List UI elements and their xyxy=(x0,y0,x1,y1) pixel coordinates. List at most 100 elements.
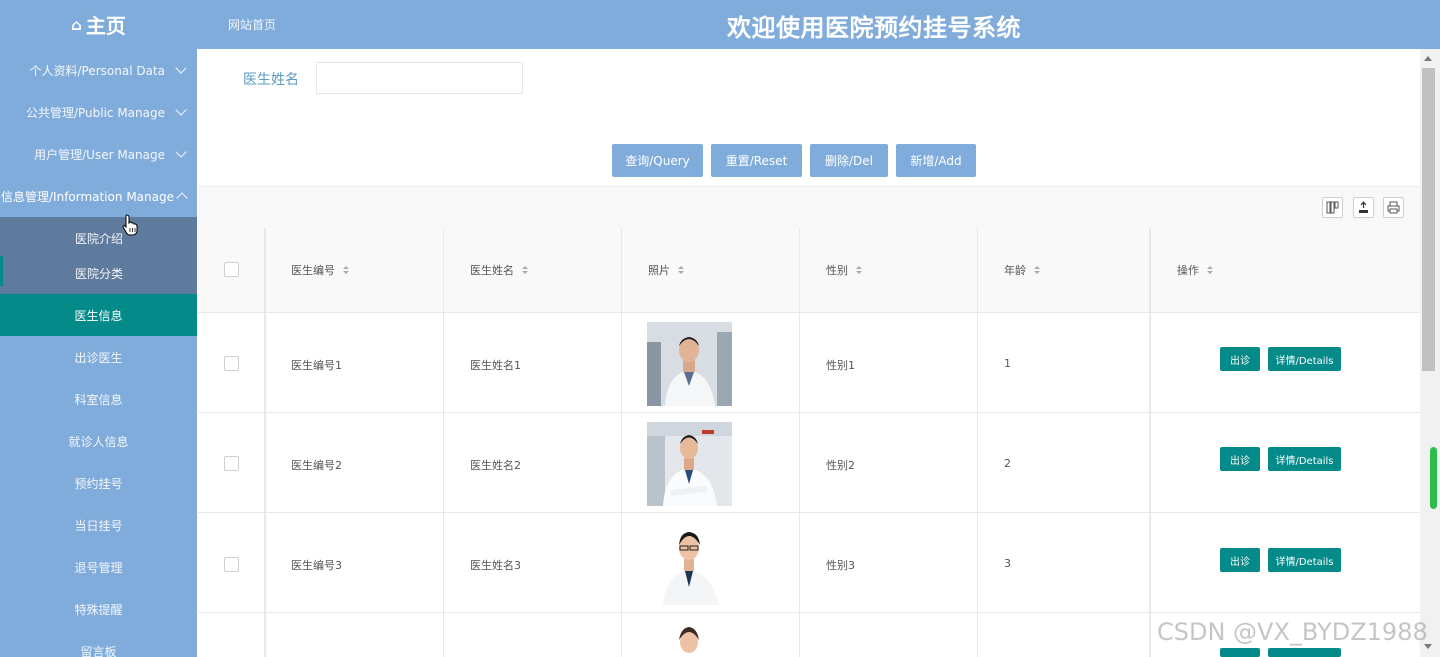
details-button[interactable]: 详情/Details xyxy=(1268,548,1341,572)
query-button[interactable]: 查询/Query xyxy=(612,144,703,177)
cell-age: 3 xyxy=(1004,557,1011,570)
sidebar-item-label: 留言板 xyxy=(80,644,117,657)
column-divider xyxy=(621,228,622,657)
details-button[interactable]: 详情/Details xyxy=(1268,347,1341,371)
cell-gender: 性别1 xyxy=(826,359,855,372)
add-button[interactable]: 新增/Add xyxy=(896,144,976,177)
sidebar-item-hospital-category[interactable]: 医院分类 xyxy=(0,252,197,294)
top-header: ⌂ 主页 网站首页 欢迎使用医院预约挂号系统 xyxy=(0,0,1440,49)
header-label: 照片 xyxy=(648,264,670,277)
sidebar-item-label: 医院分类 xyxy=(75,266,124,281)
sidebar-item-label: 特殊提醒 xyxy=(74,602,123,617)
row-checkbox[interactable] xyxy=(224,557,239,572)
header-doctor-id[interactable]: 医生编号 xyxy=(291,262,349,278)
sidebar-item-appointment[interactable]: 预约挂号 xyxy=(0,462,197,504)
sidebar-item-label: 退号管理 xyxy=(74,560,123,575)
doctor-photo xyxy=(647,622,732,657)
details-button[interactable]: 详情/Details xyxy=(1268,447,1341,471)
site-home-link[interactable]: 网站首页 xyxy=(228,16,276,33)
sidebar-item-label: 当日挂号 xyxy=(74,518,123,533)
cell-doctor-id: 医生编号1 xyxy=(291,359,342,372)
sidebar-item-message-board[interactable]: 留言板 xyxy=(0,630,197,657)
sidebar-item-patient-info[interactable]: 就诊人信息 xyxy=(0,420,197,462)
scroll-up-arrow-icon[interactable] xyxy=(1424,56,1432,61)
columns-toggle-button[interactable] xyxy=(1322,197,1343,218)
header-photo[interactable]: 照片 xyxy=(648,262,684,278)
cell-age: 1 xyxy=(1004,357,1011,370)
sidebar-item-label: 预约挂号 xyxy=(74,476,123,491)
sort-icon xyxy=(678,266,684,274)
table-header xyxy=(198,228,1420,313)
print-button[interactable] xyxy=(1383,197,1404,218)
details-button[interactable] xyxy=(1268,648,1341,657)
sidebar-item-label: 科室信息 xyxy=(74,392,123,407)
sort-icon xyxy=(522,266,528,274)
sort-icon xyxy=(343,266,349,274)
hover-marker xyxy=(0,256,3,286)
sidebar-item-visiting-doctor[interactable]: 出诊医生 xyxy=(0,336,197,378)
scrollbar-thumb[interactable] xyxy=(1422,68,1435,371)
sidebar-item-label: 医生信息 xyxy=(74,308,123,323)
home-link[interactable]: ⌂ 主页 xyxy=(0,0,197,49)
visit-button[interactable]: 出诊 xyxy=(1220,347,1260,371)
doctor-name-search-input[interactable] xyxy=(316,62,523,94)
columns-icon xyxy=(1326,201,1339,214)
menu-group-information-manage[interactable]: 信息管理/Information Manage xyxy=(0,175,197,217)
sort-icon xyxy=(1207,266,1213,274)
header-label: 操作 xyxy=(1177,264,1199,277)
sort-icon xyxy=(856,266,862,274)
doctor-photo xyxy=(647,521,732,605)
header-gender[interactable]: 性别 xyxy=(826,262,862,278)
header-age[interactable]: 年龄 xyxy=(1004,262,1040,278)
visit-button[interactable]: 出诊 xyxy=(1220,548,1260,572)
column-divider xyxy=(443,228,444,657)
cell-age: 2 xyxy=(1004,457,1011,470)
row-checkbox[interactable] xyxy=(224,356,239,371)
sidebar-item-label: 医院介绍 xyxy=(75,231,124,246)
header-label: 性别 xyxy=(826,264,848,277)
select-all-checkbox[interactable] xyxy=(224,262,239,277)
menu-group-label: 个人资料/Personal Data xyxy=(29,63,165,78)
header-label: 医生编号 xyxy=(291,264,335,277)
delete-button[interactable]: 删除/Del xyxy=(810,144,888,177)
sidebar-item-doctor-info[interactable]: 医生信息 xyxy=(0,294,197,336)
hand-cursor-icon xyxy=(122,214,138,236)
header-actions[interactable]: 操作 xyxy=(1177,262,1213,278)
sidebar-item-label: 就诊人信息 xyxy=(68,434,129,449)
home-icon: ⌂ xyxy=(71,15,82,34)
header-doctor-name[interactable]: 医生姓名 xyxy=(470,262,528,278)
menu-group-label: 公共管理/Public Manage xyxy=(25,105,165,120)
header-label: 医生姓名 xyxy=(470,264,514,277)
cell-doctor-id: 医生编号3 xyxy=(291,559,342,572)
visit-button[interactable] xyxy=(1220,648,1260,657)
cell-doctor-id: 医生编号2 xyxy=(291,459,342,472)
export-icon xyxy=(1359,201,1368,213)
sidebar-item-same-day-registration[interactable]: 当日挂号 xyxy=(0,504,197,546)
sidebar: 个人资料/Personal Data 公共管理/Public Manage 用户… xyxy=(0,49,197,657)
doctor-photo xyxy=(647,322,732,406)
sidebar-item-special-reminder[interactable]: 特殊提醒 xyxy=(0,588,197,630)
print-icon xyxy=(1387,201,1400,214)
chevron-down-icon xyxy=(175,146,187,158)
menu-group-public-manage[interactable]: 公共管理/Public Manage xyxy=(0,91,197,133)
export-button[interactable] xyxy=(1353,197,1374,218)
sidebar-item-label: 出诊医生 xyxy=(74,350,123,365)
chevron-up-icon xyxy=(176,192,188,204)
fixed-column-shadow xyxy=(264,228,267,657)
menu-group-user-manage[interactable]: 用户管理/User Manage xyxy=(0,133,197,175)
visit-button[interactable]: 出诊 xyxy=(1220,447,1260,471)
menu-group-personal-data[interactable]: 个人资料/Personal Data xyxy=(0,49,197,91)
row-checkbox[interactable] xyxy=(224,456,239,471)
sidebar-item-cancellation[interactable]: 退号管理 xyxy=(0,546,197,588)
menu-group-label: 用户管理/User Manage xyxy=(34,147,165,162)
sidebar-item-department-info[interactable]: 科室信息 xyxy=(0,378,197,420)
cell-doctor-name: 医生姓名3 xyxy=(470,559,521,572)
watermark: CSDN @VX_BYDZ1988 xyxy=(1157,618,1428,646)
doctor-photo xyxy=(647,422,732,506)
menu-group-label: 信息管理/Information Manage xyxy=(1,189,174,204)
cell-doctor-name: 医生姓名1 xyxy=(470,359,521,372)
reset-button[interactable]: 重置/Reset xyxy=(711,144,802,177)
search-label: 医生姓名 xyxy=(243,72,299,88)
column-divider xyxy=(799,228,800,657)
home-label: 主页 xyxy=(85,14,126,38)
